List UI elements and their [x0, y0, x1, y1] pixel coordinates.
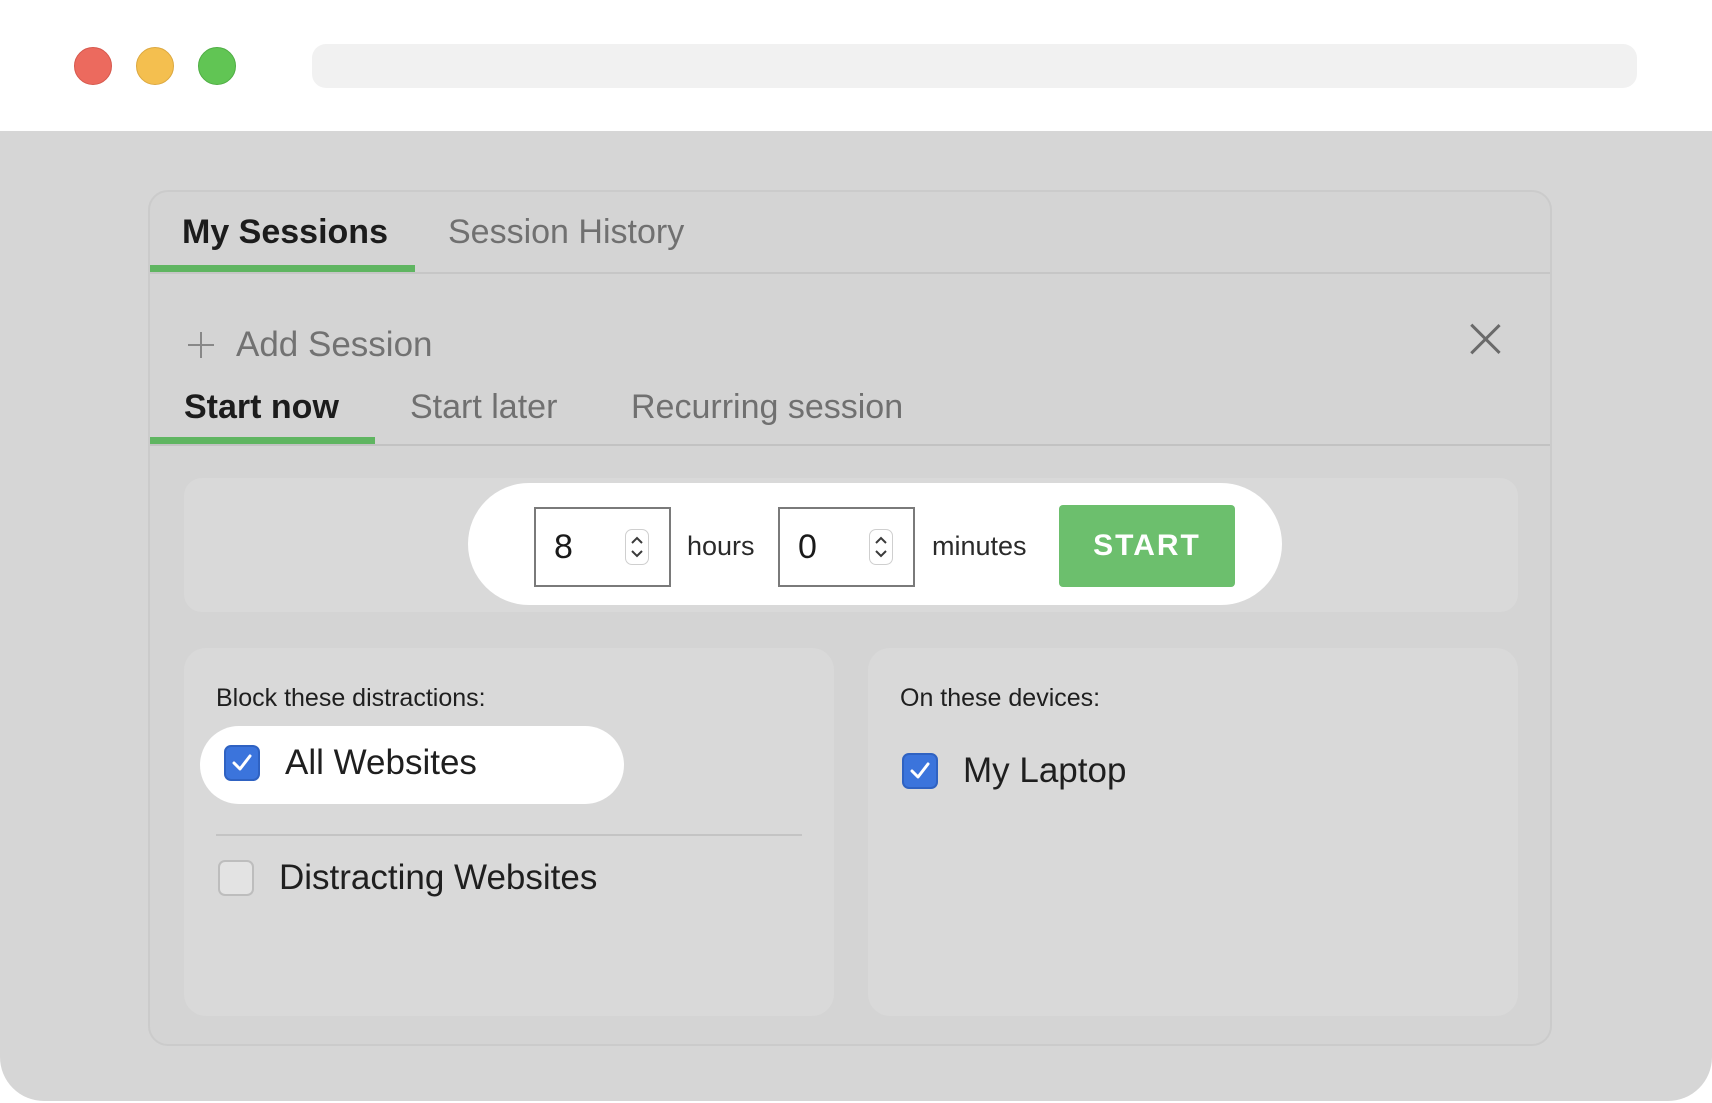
minutes-stepper-icon[interactable]	[869, 529, 893, 565]
distracting-websites-checkbox[interactable]	[218, 860, 254, 896]
tab-start-later[interactable]: Start later	[410, 386, 557, 446]
timer-section: 8 hours 0 minutes START	[184, 478, 1518, 612]
minutes-value: 0	[798, 528, 817, 566]
hours-stepper-icon[interactable]	[625, 529, 649, 565]
options-divider	[216, 834, 802, 836]
window-minimize-button[interactable]	[136, 47, 174, 85]
my-laptop-checkbox[interactable]	[902, 753, 938, 789]
devices-card: On these devices: My Laptop	[868, 648, 1518, 1016]
distracting-websites-label: Distracting Websites	[279, 858, 598, 897]
window-titlebar	[0, 0, 1712, 131]
start-button[interactable]: START	[1059, 505, 1235, 587]
active-subtab-indicator	[150, 437, 375, 444]
distractions-card: Block these distractions: All Websites D…	[184, 648, 834, 1016]
main-tabs: My Sessions Session History	[150, 192, 1550, 274]
hours-label: hours	[687, 531, 755, 561]
close-icon[interactable]	[1468, 322, 1502, 356]
minutes-label: minutes	[932, 531, 1027, 561]
add-session-label: Add Session	[236, 325, 433, 364]
option-distracting-websites[interactable]: Distracting Websites	[218, 858, 597, 898]
tab-my-sessions[interactable]: My Sessions	[182, 192, 388, 274]
window-zoom-button[interactable]	[198, 47, 236, 85]
window-close-button[interactable]	[74, 47, 112, 85]
minutes-input[interactable]: 0	[778, 507, 915, 587]
tab-recurring-session[interactable]: Recurring session	[631, 386, 903, 446]
option-my-laptop[interactable]: My Laptop	[902, 751, 1126, 791]
hours-value: 8	[554, 528, 573, 566]
distractions-heading: Block these distractions:	[216, 684, 486, 712]
my-laptop-label: My Laptop	[963, 751, 1127, 790]
sessions-panel: My Sessions Session History Add Session …	[148, 190, 1552, 1046]
active-tab-indicator	[150, 265, 415, 272]
devices-heading: On these devices:	[900, 684, 1101, 712]
hours-input[interactable]: 8	[534, 507, 671, 587]
all-websites-checkbox[interactable]	[224, 745, 260, 781]
app-window: My Sessions Session History Add Session …	[0, 0, 1712, 1103]
add-session-row[interactable]: Add Session	[188, 320, 433, 370]
option-all-websites[interactable]: All Websites	[224, 743, 477, 783]
tab-session-history[interactable]: Session History	[448, 192, 684, 274]
session-type-tabs: Start now Start later Recurring session	[150, 386, 1550, 446]
all-websites-label: All Websites	[285, 743, 477, 782]
timer-controls: 8 hours 0 minutes START	[468, 483, 1282, 605]
address-bar[interactable]	[312, 44, 1637, 88]
plus-icon	[188, 332, 214, 358]
